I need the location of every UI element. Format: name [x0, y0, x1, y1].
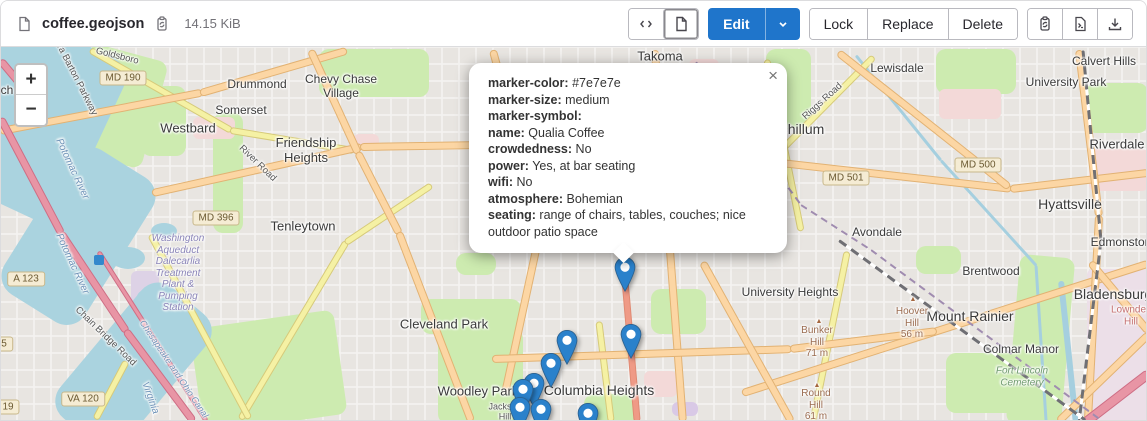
- copy-path-button[interactable]: [152, 14, 172, 34]
- zoom-control: + −: [14, 63, 48, 127]
- file-utility-group: [1027, 8, 1133, 40]
- popup-property: marker-color: #7e7e7e: [488, 75, 768, 92]
- popup-close-button[interactable]: ×: [766, 64, 780, 88]
- map-marker[interactable]: [530, 399, 552, 420]
- file-actions-group: Lock Replace Delete: [809, 8, 1018, 40]
- chevron-down-icon: [777, 18, 789, 30]
- view-toggle-group: [628, 8, 699, 40]
- file-name: coffee.geojson: [42, 16, 144, 32]
- popup-property: power: Yes, at bar seating: [488, 158, 768, 175]
- zoom-in-button[interactable]: +: [16, 65, 46, 95]
- file-header: coffee.geojson 14.15 KiB Edit: [1, 1, 1146, 47]
- delete-button[interactable]: Delete: [948, 9, 1017, 39]
- edit-dropdown-button[interactable]: [765, 8, 800, 40]
- display-rendered-button[interactable]: [663, 9, 698, 39]
- zoom-out-button[interactable]: −: [16, 95, 46, 125]
- popup-property: wifi: No: [488, 174, 768, 191]
- lock-button[interactable]: Lock: [810, 9, 868, 39]
- copy-contents-button[interactable]: [1028, 9, 1062, 39]
- map-canvas[interactable]: TakomaLewisdaleCalvert HillsUniversity P…: [1, 47, 1146, 420]
- popup-property: atmosphere: Bohemian: [488, 191, 768, 208]
- display-source-button[interactable]: [629, 9, 663, 39]
- file-size: 14.15 KiB: [184, 16, 240, 31]
- download-button[interactable]: [1097, 9, 1132, 39]
- popup-property: seating: range of chairs, tables, couche…: [488, 207, 768, 240]
- popup-property: name: Qualia Coffee: [488, 125, 768, 142]
- map-marker[interactable]: [577, 403, 599, 420]
- map-marker[interactable]: [620, 324, 642, 359]
- map-marker[interactable]: [614, 257, 636, 292]
- file-icon: [14, 14, 34, 34]
- open-raw-button[interactable]: [1062, 9, 1097, 39]
- popup-property: marker-symbol:: [488, 108, 768, 125]
- popup-properties: marker-color: #7e7e7emarker-size: medium…: [488, 75, 768, 240]
- popup-property: crowdedness: No: [488, 141, 768, 158]
- feature-popup: × marker-color: #7e7e7emarker-size: medi…: [469, 63, 787, 253]
- edit-split-button: Edit: [708, 8, 799, 40]
- file-viewer-card: coffee.geojson 14.15 KiB Edit: [0, 0, 1147, 421]
- edit-button[interactable]: Edit: [708, 8, 764, 40]
- replace-button[interactable]: Replace: [867, 9, 947, 39]
- popup-property: marker-size: medium: [488, 92, 768, 109]
- map-marker[interactable]: [509, 397, 531, 420]
